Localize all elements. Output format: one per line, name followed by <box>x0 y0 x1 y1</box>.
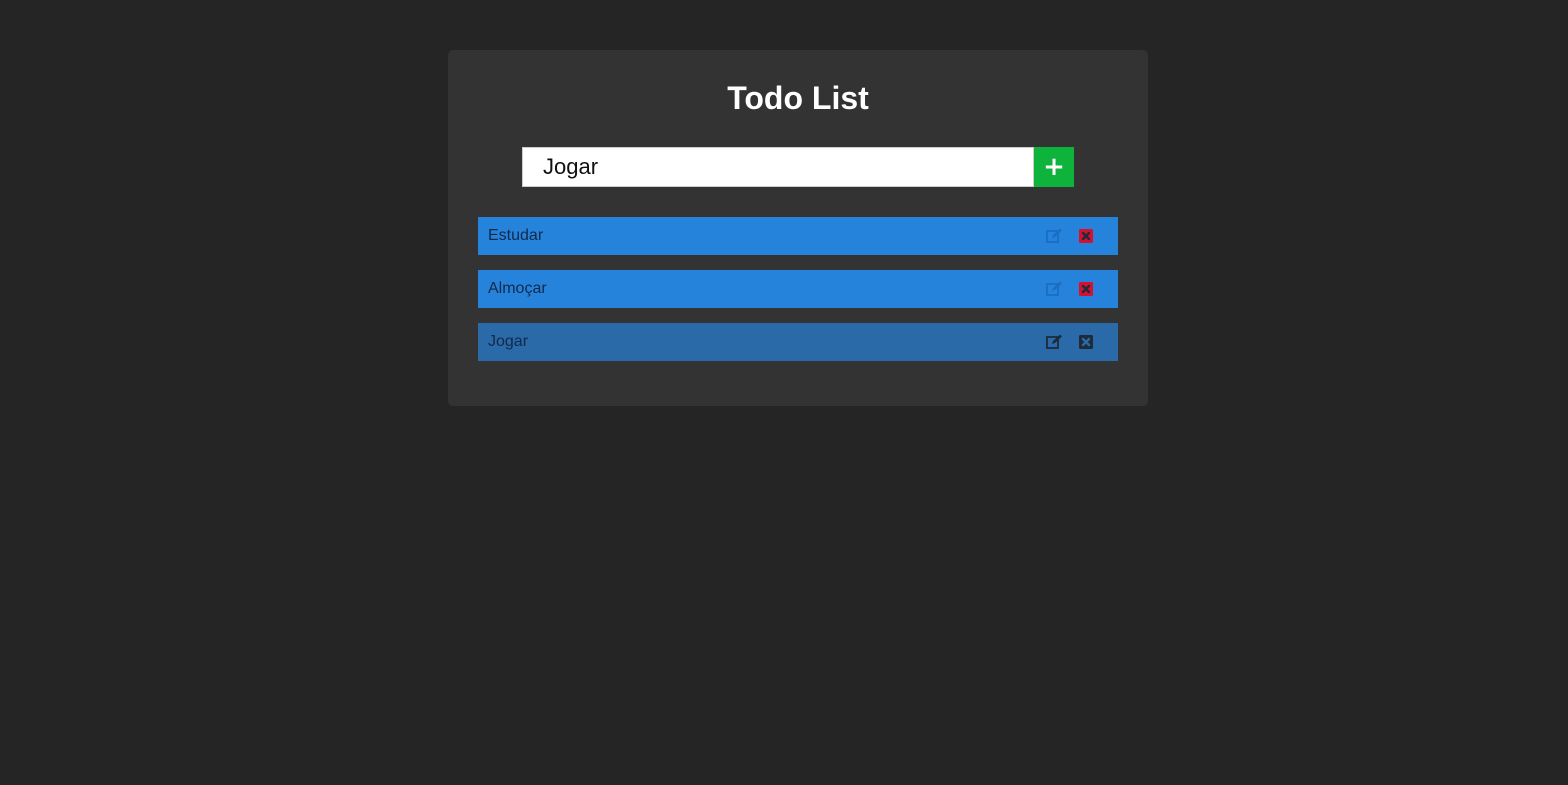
add-todo-button[interactable]: + <box>1034 147 1074 187</box>
todo-item: Estudar <box>478 217 1118 255</box>
todo-item-text: Estudar <box>488 227 544 244</box>
todo-item-text: Jogar <box>488 333 529 350</box>
edit-icon[interactable] <box>1046 333 1063 350</box>
page-title: Todo List <box>727 80 869 116</box>
edit-icon[interactable] <box>1046 280 1063 297</box>
delete-icon[interactable] <box>1077 227 1094 244</box>
delete-icon[interactable] <box>1077 280 1094 297</box>
todo-item: Jogar <box>478 323 1118 361</box>
todo-input[interactable] <box>522 147 1034 187</box>
add-todo-form: + <box>522 147 1074 187</box>
delete-icon[interactable] <box>1077 333 1094 350</box>
todo-actions <box>1046 280 1094 298</box>
todo-actions <box>1046 333 1094 351</box>
todo-actions <box>1046 227 1094 245</box>
todo-list: Estudar Almoçar Jogar <box>478 217 1118 376</box>
edit-icon[interactable] <box>1046 227 1063 244</box>
todo-item: Almoçar <box>478 270 1118 308</box>
todo-item-text: Almoçar <box>488 280 547 297</box>
todo-card: Todo List + Estudar <box>448 50 1148 406</box>
